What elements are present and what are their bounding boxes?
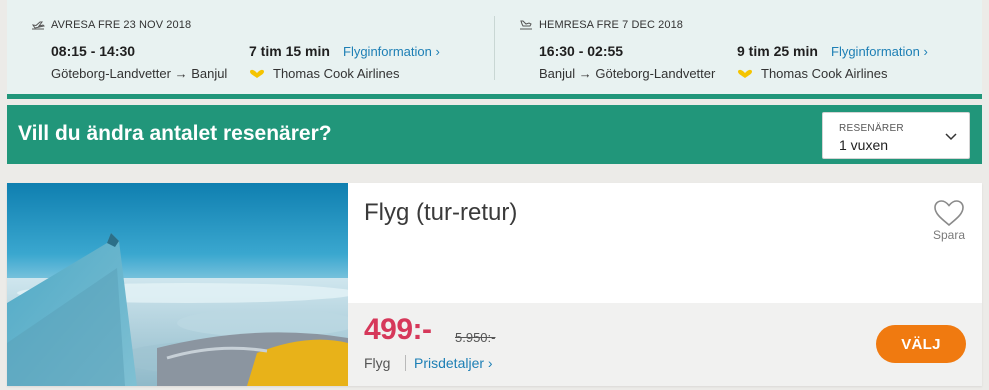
return-flight-info-link[interactable]: Flyginformation › (831, 44, 928, 59)
travelers-select-value: 1 vuxen (839, 137, 889, 153)
price: 499:- (364, 313, 432, 346)
return-times: 16:30 - 02:55 (539, 43, 624, 59)
return-airline-name: Thomas Cook Airlines (761, 66, 888, 81)
leg-divider (494, 16, 495, 80)
return-duration: 9 tim 25 min (737, 43, 818, 59)
flight-info-panel: AVRESA FRE 23 NOV 2018 08:15 - 14:30 Göt… (7, 0, 982, 99)
outbound-airline-name: Thomas Cook Airlines (273, 66, 400, 81)
price-type: Flyg (364, 355, 391, 371)
outbound-header: AVRESA FRE 23 NOV 2018 (31, 19, 191, 31)
return-route: Banjul → Göteborg-Landvetter (539, 66, 716, 81)
travelers-banner-title: Vill du ändra antalet resenärer? (18, 122, 332, 145)
airplane-wing-photo (7, 183, 348, 386)
outbound-airline: Thomas Cook Airlines (249, 66, 399, 81)
outbound-flight-info-link[interactable]: Flyginformation › (343, 44, 440, 59)
price-separator (405, 355, 406, 371)
chevron-down-icon (945, 133, 957, 141)
outbound-route: Göteborg-Landvetter → Banjul (51, 66, 228, 81)
offer-title: Flyg (tur-retur) (364, 199, 518, 226)
travelers-select-label: RESENÄRER (839, 123, 904, 134)
save-label: Spara (932, 228, 966, 242)
thomas-cook-logo-icon (250, 69, 264, 78)
wing-photo-graphic (7, 183, 348, 386)
save-button[interactable]: Spara (931, 199, 967, 242)
return-header-text: HEMRESA FRE 7 DEC 2018 (539, 19, 684, 31)
offer-card: Flyg (tur-retur) Spara 499:- 5.950:- Fly… (7, 183, 982, 386)
outbound-leg: AVRESA FRE 23 NOV 2018 08:15 - 14:30 Göt… (31, 0, 471, 94)
return-header: HEMRESA FRE 7 DEC 2018 (519, 19, 683, 31)
plane-takeoff-icon (31, 21, 45, 30)
price-details-link[interactable]: Prisdetaljer › (414, 355, 493, 371)
outbound-duration: 7 tim 15 min (249, 43, 330, 59)
return-airline: Thomas Cook Airlines (737, 66, 887, 81)
travelers-banner: Vill du ändra antalet resenärer? RESENÄR… (7, 105, 982, 164)
price-section: 499:- 5.950:- Flyg Prisdetaljer › VÄLJ (348, 303, 982, 386)
return-leg: HEMRESA FRE 7 DEC 2018 16:30 - 02:55 Ban… (519, 0, 959, 94)
outbound-times: 08:15 - 14:30 (51, 43, 136, 59)
thomas-cook-logo-icon (738, 69, 752, 78)
old-price: 5.950:- (455, 330, 496, 345)
choose-button[interactable]: VÄLJ (876, 325, 966, 363)
travelers-select[interactable]: RESENÄRER 1 vuxen (822, 112, 970, 159)
plane-landing-icon (520, 20, 532, 30)
heart-icon (934, 200, 964, 227)
outbound-header-text: AVRESA FRE 23 NOV 2018 (51, 19, 192, 31)
